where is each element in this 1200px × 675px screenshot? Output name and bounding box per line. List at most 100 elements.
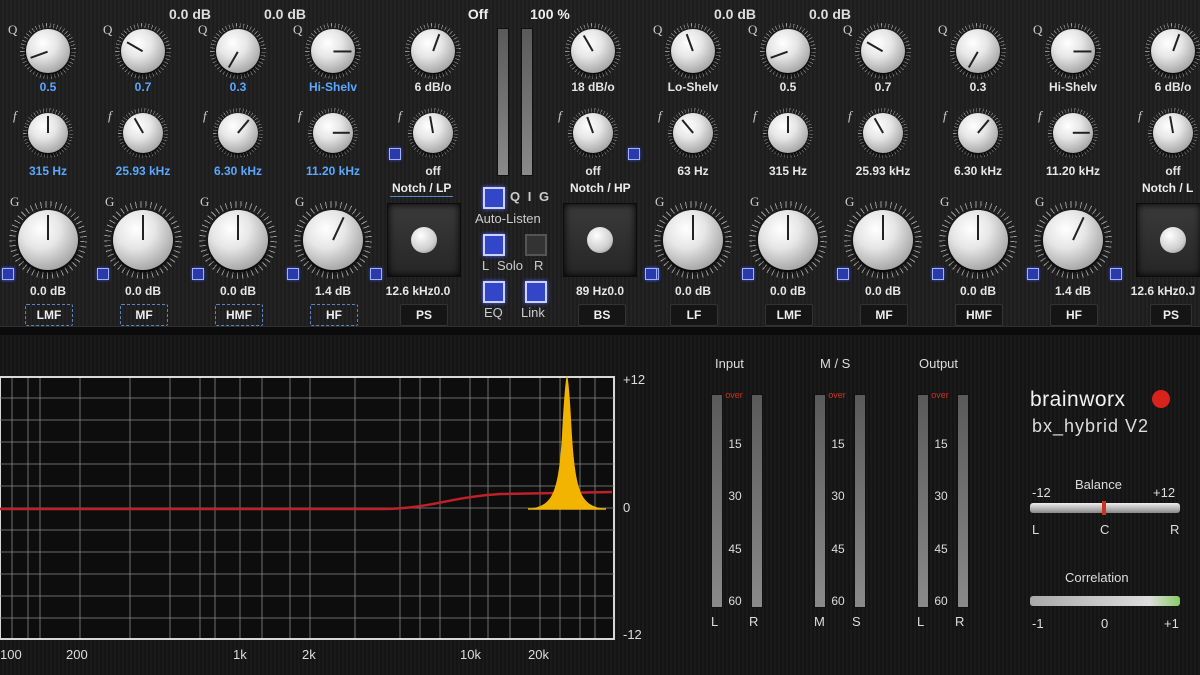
freq-value: off (425, 164, 441, 178)
freq-knob[interactable] (958, 113, 998, 153)
q-knob[interactable] (216, 29, 260, 73)
gain-knob[interactable] (1043, 210, 1103, 270)
level-meter-right (751, 394, 763, 608)
freq-value: 25.93 kHz (855, 164, 911, 178)
level-meter-left (814, 394, 826, 608)
gain-knob[interactable] (853, 210, 913, 270)
q-knob[interactable] (766, 29, 810, 73)
ps-value-r: 12.6 kHz0.J (1130, 284, 1196, 298)
q-knob[interactable] (411, 29, 455, 73)
solo-left-button[interactable] (483, 234, 505, 256)
freq-knob[interactable] (313, 113, 353, 153)
band-enable-toggle[interactable] (287, 268, 299, 280)
freq-knob[interactable] (573, 113, 613, 153)
gain-knob[interactable] (18, 210, 78, 270)
freq-knob[interactable] (863, 113, 903, 153)
top-value: 0.0 dB (808, 6, 851, 22)
meter-scale-label: 60 (934, 594, 948, 608)
freq-value: 25.93 kHz (115, 164, 171, 178)
solo-right-button[interactable] (525, 234, 547, 256)
band-enable-toggle[interactable] (370, 268, 382, 280)
notch-lp-selector[interactable]: Notch / LP (390, 180, 454, 197)
meter-channel-label: R (749, 614, 759, 629)
q-value: 0.5 (39, 80, 57, 94)
xy-pad-handle[interactable] (1160, 227, 1186, 253)
band-button-hf[interactable]: HF (310, 304, 358, 326)
freq-knob[interactable] (123, 113, 163, 153)
freq-knob[interactable] (218, 113, 258, 153)
qig-button[interactable] (483, 187, 505, 209)
xy-pad-lp-r[interactable] (1136, 203, 1200, 277)
band-button-hmf[interactable]: HMF (215, 304, 263, 326)
band-enable-toggle[interactable] (97, 268, 109, 280)
freq-value: off (1165, 164, 1181, 178)
q-label: Q (938, 22, 948, 37)
band-enable-toggle[interactable] (932, 268, 944, 280)
freq-knob[interactable] (28, 113, 68, 153)
gain-knob[interactable] (758, 210, 818, 270)
gain-knob[interactable] (113, 210, 173, 270)
q-knob[interactable] (671, 29, 715, 73)
xy-pad-handle[interactable] (411, 227, 437, 253)
graph-x-label: 2k (302, 647, 316, 662)
gain-knob[interactable] (663, 210, 723, 270)
xy-pad-handle[interactable] (587, 227, 613, 253)
ps-button[interactable]: PS (400, 304, 448, 326)
q-label: Q (293, 22, 303, 37)
gain-knob[interactable] (303, 210, 363, 270)
freq-knob[interactable] (768, 113, 808, 153)
xy-pad-lp[interactable] (387, 203, 461, 277)
freq-knob[interactable] (673, 113, 713, 153)
link-button[interactable] (525, 281, 547, 303)
q-knob[interactable] (1151, 29, 1195, 73)
band-enable-toggle[interactable] (1027, 268, 1039, 280)
band-button-hf-r[interactable]: HF (1050, 304, 1098, 326)
band-enable-toggle[interactable] (192, 268, 204, 280)
meter-channel-label: M (814, 614, 825, 629)
balance-handle[interactable] (1102, 501, 1106, 515)
gain-label: G (845, 194, 855, 209)
freq-knob[interactable] (1053, 113, 1093, 153)
band-button-lmf[interactable]: LMF (25, 304, 73, 326)
gain-knob[interactable] (948, 210, 1008, 270)
bs-button[interactable]: BS (578, 304, 626, 326)
band-button-lmf-r[interactable]: LMF (765, 304, 813, 326)
freq-knob[interactable] (1153, 113, 1193, 153)
band-button-mf-r[interactable]: MF (860, 304, 908, 326)
q-knob[interactable] (311, 29, 355, 73)
q-value: 0.5 (779, 80, 797, 94)
eq-button[interactable] (483, 281, 505, 303)
filter-enable-toggle[interactable] (389, 148, 401, 160)
q-knob[interactable] (956, 29, 1000, 73)
notch-l-selector[interactable]: Notch / L (1140, 180, 1195, 196)
band-button-mf[interactable]: MF (120, 304, 168, 326)
band-button-lf[interactable]: LF (670, 304, 718, 326)
filter-enable-toggle[interactable] (628, 148, 640, 160)
ps-button-r[interactable]: PS (1150, 304, 1192, 326)
gain-value: 0.0 dB (959, 284, 996, 298)
meter-channel-label: L (711, 614, 719, 629)
q-knob[interactable] (861, 29, 905, 73)
band-enable-toggle[interactable] (645, 268, 657, 280)
band-enable-toggle[interactable] (1110, 268, 1122, 280)
q-label: Q (103, 22, 113, 37)
gain-knob[interactable] (208, 210, 268, 270)
band-enable-toggle[interactable] (2, 268, 14, 280)
q-knob[interactable] (121, 29, 165, 73)
freq-knob[interactable] (413, 113, 453, 153)
q-knob[interactable] (1051, 29, 1095, 73)
q-knob[interactable] (26, 29, 70, 73)
q-knob[interactable] (571, 29, 615, 73)
freq-value: 315 Hz (28, 164, 68, 178)
notch-hp-selector[interactable]: Notch / HP (568, 180, 633, 196)
over-indicator: over (725, 390, 743, 400)
freq-label: f (1138, 108, 1142, 123)
freq-value: 63 Hz (677, 164, 709, 178)
band-enable-toggle[interactable] (742, 268, 754, 280)
eq-curve-display[interactable] (0, 376, 616, 640)
band-enable-toggle[interactable] (837, 268, 849, 280)
xy-pad-hp[interactable] (563, 203, 637, 277)
solo-l-label: L (482, 258, 490, 273)
q-value: 6 dB/o (1154, 80, 1192, 94)
band-button-hmf-r[interactable]: HMF (955, 304, 1003, 326)
